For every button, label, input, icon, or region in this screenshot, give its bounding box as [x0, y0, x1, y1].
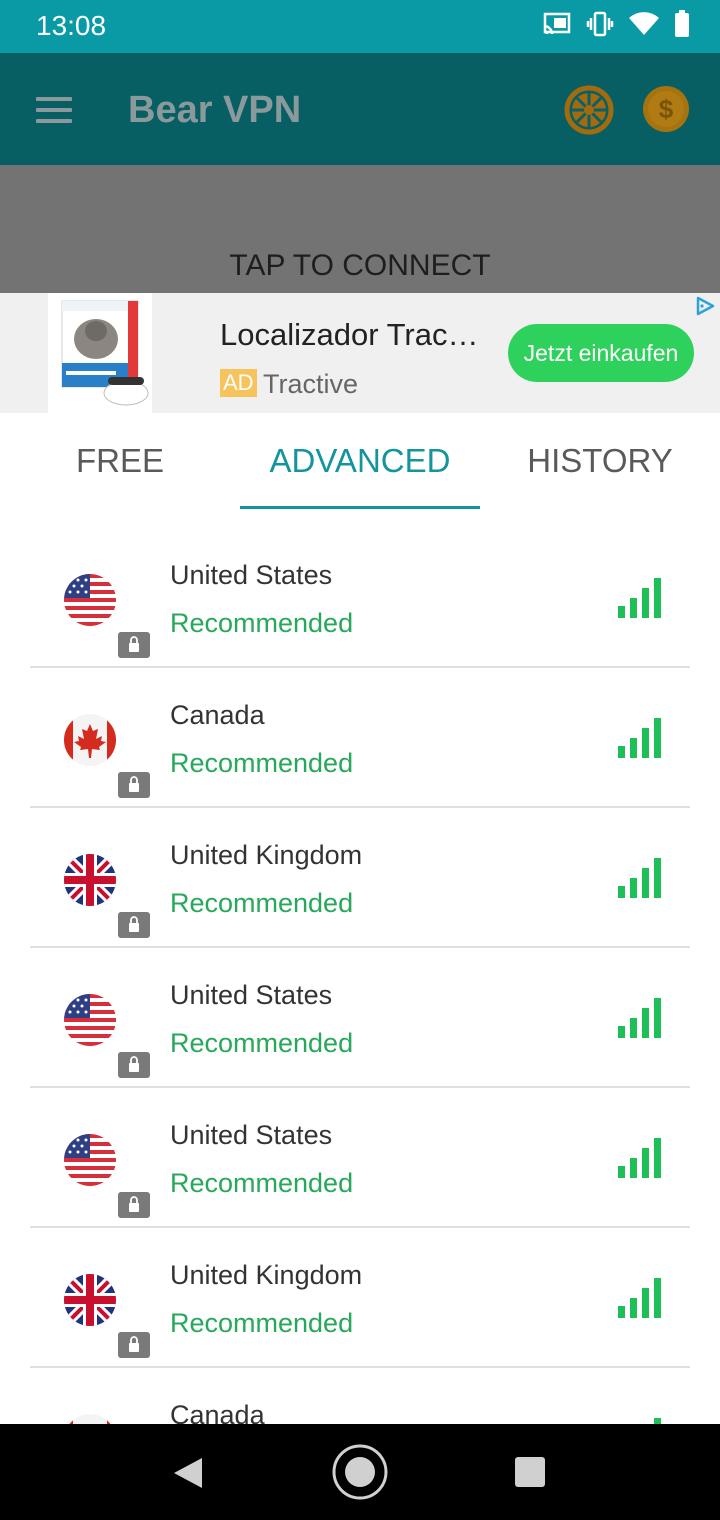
ad-cta-button[interactable]: Jetzt einkaufen [508, 324, 694, 382]
server-row[interactable]: United States Recommended [0, 948, 720, 1088]
lucky-wheel-icon[interactable] [564, 85, 614, 135]
server-row[interactable]: United States Recommended [0, 528, 720, 668]
ca-flag-icon [64, 1414, 116, 1424]
uk-flag-icon [64, 854, 116, 906]
server-row[interactable]: United Kingdom Recommended [0, 808, 720, 948]
wifi-icon [629, 12, 659, 35]
home-icon[interactable] [332, 1444, 388, 1500]
battery-icon [675, 10, 689, 37]
coin-icon[interactable]: $ [642, 85, 690, 133]
ca-flag-icon [64, 714, 116, 766]
server-row[interactable]: United Kingdom Recommended [0, 1228, 720, 1368]
server-row[interactable]: Canada Recommended [0, 668, 720, 808]
signal-strength-icon [618, 718, 664, 758]
lock-icon [118, 1052, 150, 1078]
lock-icon [118, 1332, 150, 1358]
cast-icon [543, 12, 571, 35]
server-name: United States [170, 1120, 333, 1150]
recents-icon[interactable] [515, 1457, 545, 1487]
us-flag-icon [64, 574, 116, 626]
uk-flag-icon [64, 1274, 116, 1326]
signal-strength-icon [618, 998, 664, 1038]
lock-icon [118, 772, 150, 798]
menu-icon[interactable] [36, 97, 72, 123]
status-time: 13:08 [36, 10, 107, 41]
server-status: Recommended [170, 608, 354, 638]
lock-icon [118, 1192, 150, 1218]
us-flag-icon [64, 994, 116, 1046]
server-list: United States Recommended Canada Recommende… [0, 528, 720, 1424]
ad-title[interactable]: Localizador Trac… [220, 317, 478, 353]
vibrate-icon [586, 11, 614, 37]
lock-icon [118, 632, 150, 658]
server-row[interactable]: United States Recommended [0, 1088, 720, 1228]
server-name: Canada [170, 700, 265, 730]
connect-panel[interactable]: TAP TO CONNECT [0, 165, 720, 293]
server-tabs: FREE ADVANCED HISTORY [0, 413, 720, 513]
server-name: United States [170, 560, 333, 590]
tab-advanced[interactable]: ADVANCED [240, 413, 480, 509]
back-icon[interactable] [172, 1456, 204, 1490]
signal-strength-icon [618, 858, 664, 898]
server-status: Recommended [170, 888, 354, 918]
server-row[interactable]: CanadaRecommended [0, 1368, 720, 1424]
server-name: Canada [170, 1400, 265, 1424]
ad-advertiser: Tractive [263, 369, 359, 399]
server-name: United Kingdom [170, 840, 363, 870]
server-status: Recommended [170, 1168, 354, 1198]
signal-strength-icon [618, 1138, 664, 1178]
app-bar: Bear VPN $ [0, 53, 720, 165]
tab-active-indicator [240, 506, 480, 509]
tap-to-connect-label[interactable]: TAP TO CONNECT [0, 249, 720, 283]
signal-strength-icon [618, 578, 664, 618]
server-status: Recommended [170, 1308, 354, 1338]
ad-product-image[interactable] [48, 293, 152, 413]
server-name: United Kingdom [170, 1260, 363, 1290]
navigation-bar [0, 1424, 720, 1520]
app-title: Bear VPN [128, 89, 302, 131]
status-icons [542, 10, 690, 38]
server-name: United States [170, 980, 333, 1010]
server-status: Recommended [170, 1028, 354, 1058]
adchoices-icon[interactable] [694, 295, 716, 317]
us-flag-icon [64, 1134, 116, 1186]
ad-badge: AD [220, 369, 257, 397]
ad-banner[interactable]: Localizador Trac… AD Tractive Jetzt eink… [0, 293, 720, 413]
lock-icon [118, 912, 150, 938]
status-bar: 13:08 [0, 0, 720, 53]
tab-free[interactable]: FREE [0, 413, 240, 509]
server-status: Recommended [170, 748, 354, 778]
svg-text:$: $ [659, 94, 674, 124]
signal-strength-icon [618, 1278, 664, 1318]
tab-history[interactable]: HISTORY [480, 413, 720, 509]
